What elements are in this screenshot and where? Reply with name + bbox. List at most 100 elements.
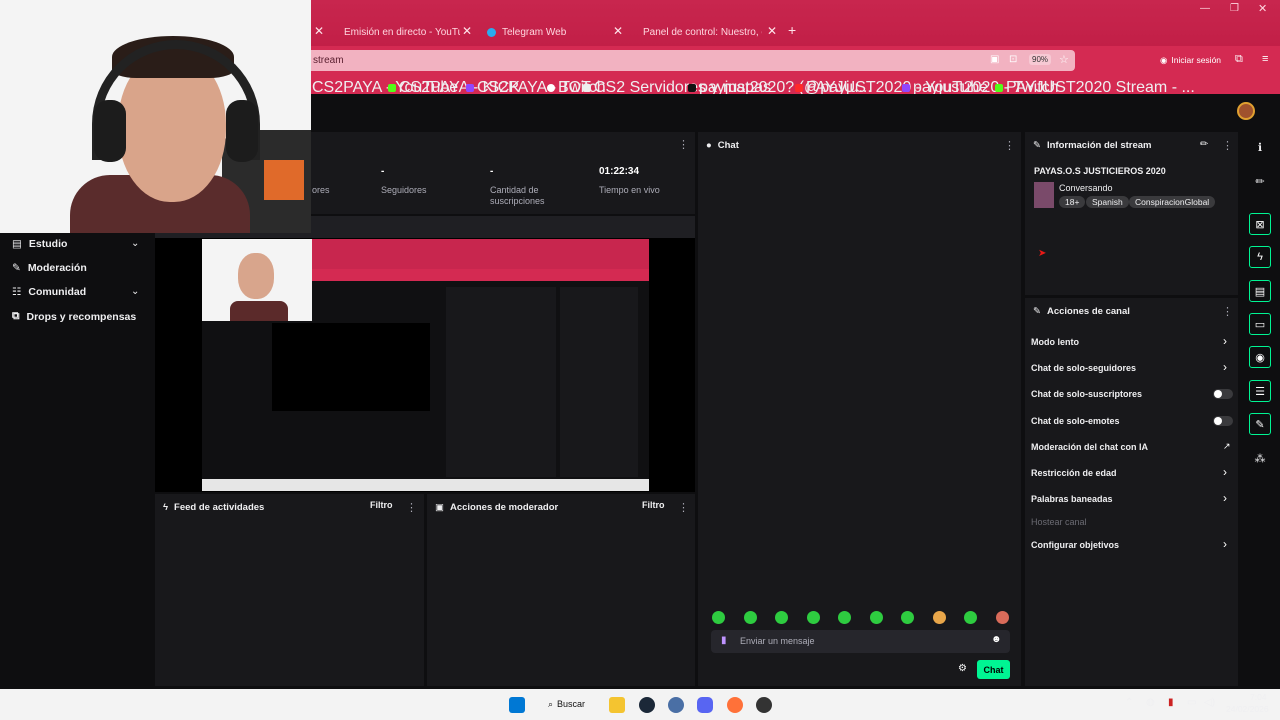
chat-send-button[interactable]: Chat bbox=[977, 660, 1010, 679]
action-ai-moderation[interactable]: Moderación del chat con IA bbox=[1031, 442, 1148, 452]
new-tab-icon[interactable]: + bbox=[788, 22, 796, 38]
emote-icon[interactable] bbox=[933, 611, 946, 624]
more-icon[interactable]: ⋮ bbox=[1222, 305, 1233, 318]
subscribers-only-toggle[interactable] bbox=[1213, 389, 1233, 399]
emote-icon[interactable] bbox=[775, 611, 788, 624]
tag[interactable]: 18+ bbox=[1059, 196, 1086, 208]
screenshot-icon[interactable]: ⊡ bbox=[1009, 54, 1017, 65]
close-tab-icon[interactable]: ✕ bbox=[462, 24, 472, 38]
clock-date[interactable]: 24/02/2026 bbox=[1226, 704, 1269, 714]
clip-icon[interactable]: ⊠ bbox=[1249, 213, 1271, 235]
chat-bubble-icon: ● bbox=[706, 139, 712, 151]
chevron-right-icon[interactable]: › bbox=[1223, 334, 1227, 348]
chevron-down-icon[interactable]: ⌄ bbox=[131, 286, 139, 297]
taskbar-search-label: Buscar bbox=[557, 699, 586, 709]
windows-start-icon[interactable] bbox=[509, 697, 525, 713]
info-icon[interactable]: ℹ bbox=[1249, 136, 1271, 158]
category-label[interactable]: Conversando bbox=[1059, 183, 1113, 193]
steam-tray-icon[interactable]: ◍ bbox=[1146, 697, 1155, 708]
chat-input[interactable]: ▮ Enviar un mensaje ☻ bbox=[711, 630, 1010, 653]
emote-icon[interactable] bbox=[901, 611, 914, 624]
emotes-only-toggle[interactable] bbox=[1213, 416, 1233, 426]
mic-icon[interactable]: ▮ bbox=[721, 635, 727, 646]
sidebar-item-drops[interactable]: ⧉ Drops y recompensas bbox=[12, 310, 136, 323]
extensions-icon[interactable]: ⧉ bbox=[1235, 53, 1243, 66]
action-emotes-only: Chat de solo-emotes bbox=[1031, 416, 1120, 426]
star-icon[interactable]: ☆ bbox=[1059, 53, 1069, 66]
more-icon[interactable]: ⋮ bbox=[406, 501, 417, 514]
reader-icon[interactable]: ▣ bbox=[990, 54, 999, 65]
action-age-restriction[interactable]: Restricción de edad bbox=[1031, 468, 1117, 478]
stat-value: - bbox=[490, 166, 494, 177]
wrench-icon[interactable]: ✎ bbox=[1249, 413, 1271, 435]
mic-tray-icon[interactable]: ▮ bbox=[1168, 697, 1174, 708]
emote-icon[interactable] bbox=[712, 611, 725, 624]
file-explorer-icon[interactable] bbox=[609, 697, 625, 713]
emote-icon[interactable] bbox=[838, 611, 851, 624]
emote-icon[interactable] bbox=[744, 611, 757, 624]
gear-icon[interactable]: ⚙ bbox=[958, 663, 967, 674]
more-icon[interactable]: ⋮ bbox=[1004, 139, 1015, 152]
sidebar-item-moderacion[interactable]: ✎ Moderación bbox=[12, 262, 87, 274]
pencil-icon[interactable]: ✏ bbox=[1249, 170, 1271, 192]
browser-tab-dashboard[interactable]: Panel de control: Nuestro, estilo bbox=[637, 22, 762, 42]
external-link-icon[interactable]: ↗ bbox=[1223, 441, 1231, 452]
emote-picker-icon[interactable]: ☻ bbox=[991, 634, 1002, 645]
chat-icon[interactable]: ▭ bbox=[1249, 313, 1271, 335]
filter-button[interactable]: Filtro bbox=[370, 500, 393, 510]
action-configure-goals[interactable]: Configurar objetivos bbox=[1031, 540, 1119, 550]
menu-icon[interactable]: ≡ bbox=[1262, 53, 1268, 65]
maximize-icon[interactable]: ❐ bbox=[1230, 3, 1239, 14]
tag[interactable]: ConspiracionGlobal bbox=[1129, 196, 1216, 208]
close-window-icon[interactable]: ✕ bbox=[1258, 2, 1267, 15]
app-icon[interactable] bbox=[668, 697, 684, 713]
chevron-right-icon[interactable]: › bbox=[1223, 465, 1227, 479]
sidebar-item-comunidad[interactable]: ☷ Comunidad bbox=[12, 286, 86, 298]
drops-icon: ⧉ bbox=[12, 310, 20, 322]
more-icon[interactable]: ⋮ bbox=[678, 501, 689, 514]
broadcast-icon[interactable]: ◉ bbox=[1249, 346, 1271, 368]
chat-placeholder: Enviar un mensaje bbox=[740, 636, 815, 646]
bookmark-icon[interactable]: ▤ bbox=[1249, 280, 1271, 302]
firefox-icon[interactable] bbox=[727, 697, 743, 713]
emote-icon[interactable] bbox=[807, 611, 820, 624]
chevron-down-icon[interactable]: ⌄ bbox=[131, 238, 139, 249]
tray-chevron-icon[interactable]: ⌃ bbox=[1125, 697, 1133, 708]
sidebar-item-estudio[interactable]: ▤ Estudio bbox=[12, 238, 67, 250]
close-tab-icon[interactable]: ✕ bbox=[613, 24, 623, 38]
taskbar-search[interactable]: ⌕ Buscar bbox=[540, 694, 596, 714]
emote-icon[interactable] bbox=[996, 611, 1009, 624]
close-tab-icon[interactable]: ✕ bbox=[767, 24, 777, 38]
filter-button[interactable]: Filtro bbox=[642, 500, 665, 510]
clock-time[interactable]: 7:04 bbox=[1250, 692, 1267, 702]
more-icon[interactable]: ⋮ bbox=[678, 138, 689, 151]
volume-icon[interactable]: ◁) bbox=[1204, 697, 1215, 708]
ad-icon[interactable]: ☰ bbox=[1249, 380, 1271, 402]
browser-tab-telegram[interactable]: Telegram Web bbox=[487, 22, 607, 42]
steam-icon[interactable] bbox=[639, 697, 655, 713]
discord-icon[interactable] bbox=[697, 697, 713, 713]
browser-tab-youtube[interactable]: Emisión en directo - YouTube bbox=[338, 22, 460, 42]
avatar[interactable] bbox=[1237, 102, 1255, 120]
raid-icon[interactable]: ϟ bbox=[1249, 246, 1271, 268]
address-bar[interactable]: stream bbox=[305, 50, 1075, 71]
action-followers-only[interactable]: Chat de solo-seguidores bbox=[1031, 363, 1136, 373]
monitor-icon[interactable]: ▭ bbox=[1187, 697, 1196, 708]
chevron-right-icon[interactable]: › bbox=[1223, 491, 1227, 505]
emote-icon[interactable] bbox=[964, 611, 977, 624]
action-slow-mode[interactable]: Modo lento bbox=[1031, 337, 1079, 347]
obs-icon[interactable] bbox=[756, 697, 772, 713]
close-tab-icon[interactable]: ✕ bbox=[314, 24, 324, 38]
chevron-right-icon[interactable]: › bbox=[1223, 537, 1227, 551]
signin-button[interactable]: ◉ Iniciar sesión bbox=[1160, 55, 1221, 66]
cursor-icon: ➤ bbox=[1038, 248, 1047, 259]
emote-icon[interactable] bbox=[870, 611, 883, 624]
action-banned-words[interactable]: Palabras baneadas bbox=[1031, 494, 1113, 504]
zoom-badge[interactable]: 90% bbox=[1029, 54, 1052, 65]
chevron-right-icon[interactable]: › bbox=[1223, 360, 1227, 374]
edit-icon[interactable]: ✏ bbox=[1200, 139, 1208, 150]
minimize-icon[interactable]: — bbox=[1200, 3, 1210, 14]
more-icon[interactable]: ⋮ bbox=[1222, 139, 1233, 152]
share-icon[interactable]: ⁂ bbox=[1249, 447, 1271, 469]
tag[interactable]: Spanish bbox=[1086, 196, 1129, 208]
